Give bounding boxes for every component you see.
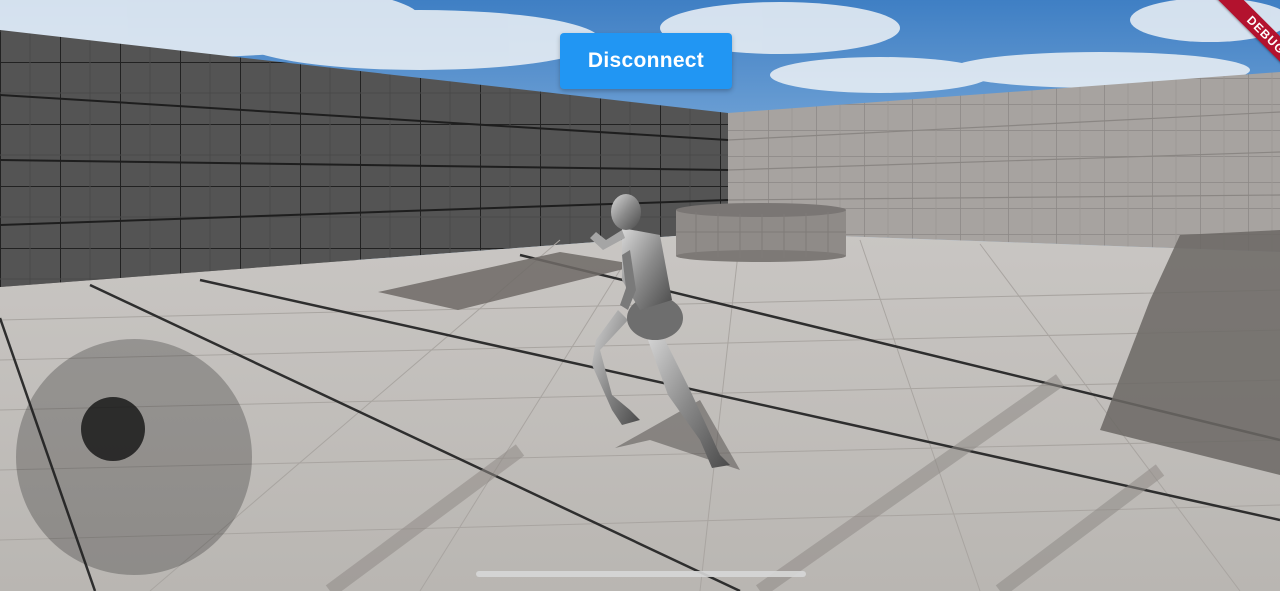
joystick-knob[interactable]	[80, 396, 145, 461]
virtual-joystick[interactable]	[16, 339, 252, 575]
game-viewport[interactable]: Disconnect DEBUG	[0, 0, 1280, 591]
home-indicator[interactable]	[476, 571, 806, 577]
debug-banner: DEBUG	[1184, 0, 1280, 96]
debug-label: DEBUG	[1215, 0, 1280, 86]
disconnect-button[interactable]: Disconnect	[560, 33, 732, 89]
